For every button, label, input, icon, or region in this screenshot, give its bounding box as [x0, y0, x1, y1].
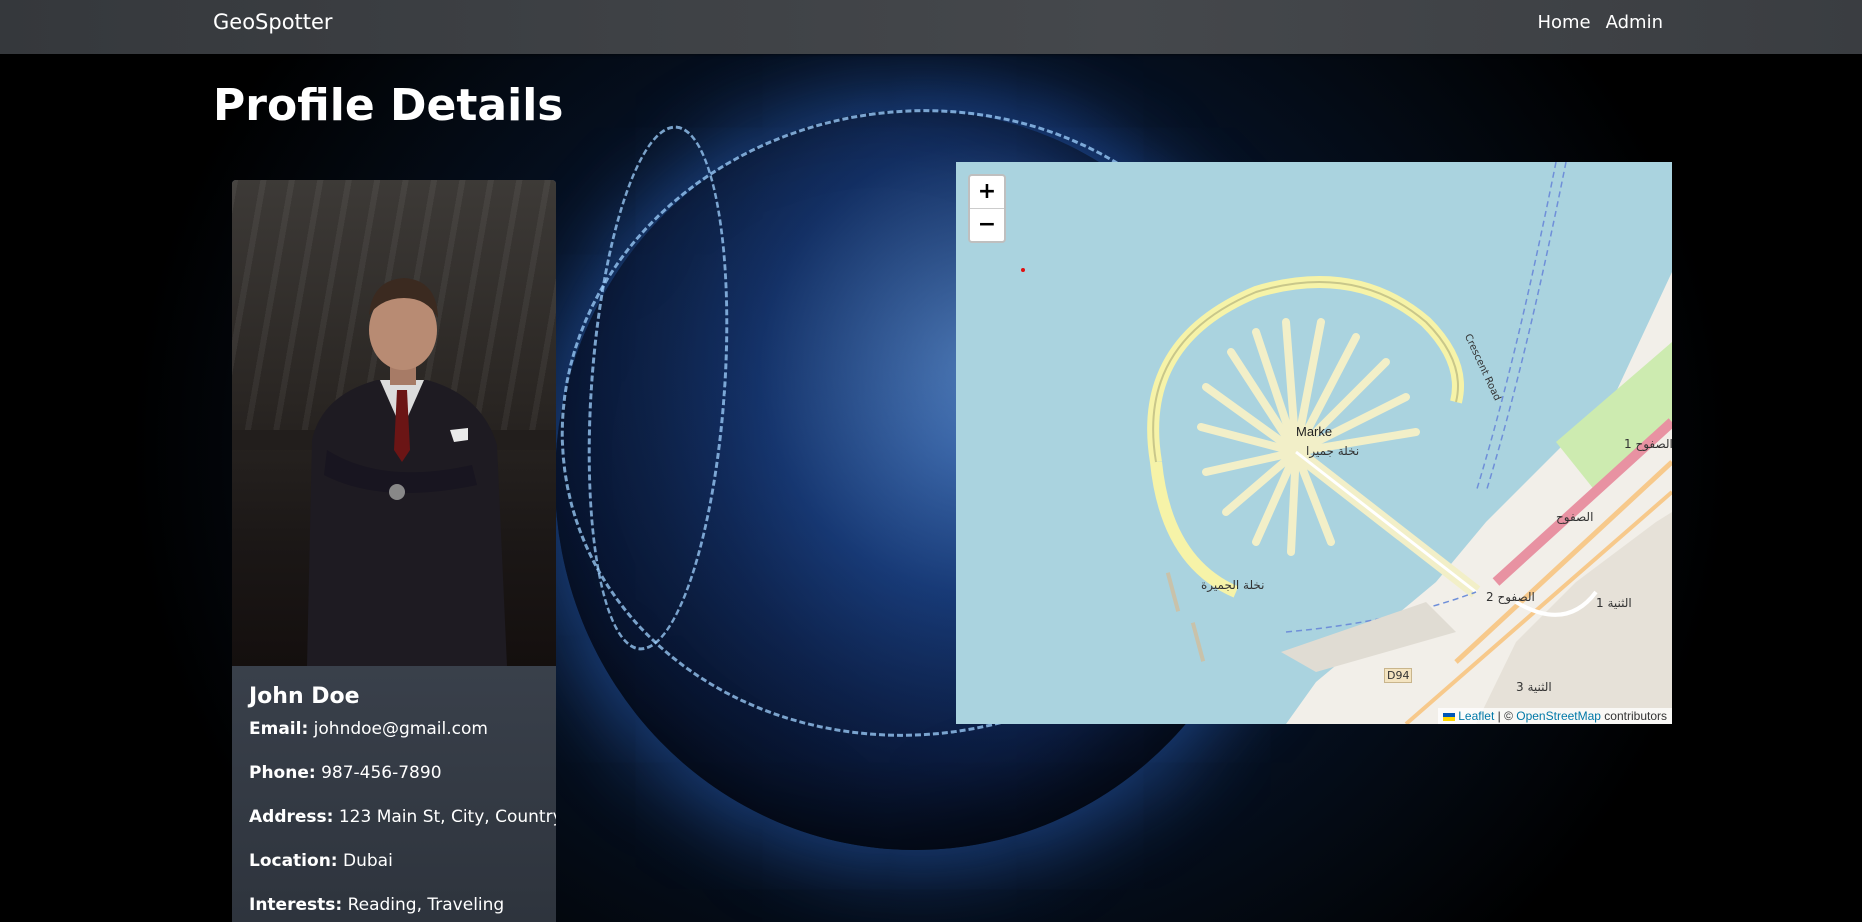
person-figure — [232, 278, 556, 666]
address-value: 123 Main St, City, Country — [338, 807, 556, 827]
background-edge-right — [1777, 0, 1862, 922]
interests-label: Interests: — [249, 895, 343, 915]
map-marker-broken-image[interactable]: Marke — [1296, 424, 1332, 439]
leaflet-link[interactable]: Leaflet — [1458, 709, 1494, 723]
page-title: Profile Details — [213, 80, 564, 131]
email-value: johndoe@gmail.com — [313, 719, 488, 739]
map-label-palm-center: نخلة جميرا — [1306, 444, 1360, 458]
map-container[interactable]: Marke نخلة جميرا نخلة الجميرة الصفوح 1 ا… — [956, 162, 1672, 724]
zoom-in-button[interactable]: + — [970, 176, 1004, 208]
openstreetmap-link[interactable]: OpenStreetMap — [1516, 709, 1601, 723]
attribution-separator: | © — [1494, 709, 1517, 723]
location-row: Location: Dubai — [249, 851, 539, 871]
phone-row: Phone: 987-456-7890 — [249, 763, 539, 783]
map-label-sufouh-2: الصفوح 2 — [1486, 590, 1535, 604]
nav-links: Home Admin — [1537, 12, 1663, 33]
map-point-marker — [1021, 268, 1025, 272]
map-label-thanyah-3: الثنية 3 — [1516, 680, 1552, 694]
map-label-d94: D94 — [1384, 668, 1413, 683]
map-attribution: Leaflet | © OpenStreetMap contributors — [1438, 708, 1672, 724]
address-row: Address: 123 Main St, City, Country — [249, 807, 556, 827]
email-row: Email: johndoe@gmail.com — [249, 719, 539, 739]
profile-photo — [232, 180, 556, 666]
interests-value: Reading, Traveling — [347, 895, 505, 915]
location-label: Location: — [249, 851, 338, 871]
location-value: Dubai — [343, 851, 393, 871]
phone-label: Phone: — [249, 763, 316, 783]
zoom-out-button[interactable]: − — [970, 208, 1004, 241]
profile-card: John Doe Email: johndoe@gmail.com Phone:… — [232, 180, 556, 922]
map-label-sufouh: الصفوح — [1556, 510, 1594, 524]
background-edge-left — [0, 0, 128, 922]
phone-value: 987-456-7890 — [321, 763, 442, 783]
map-tiles — [1147, 162, 1672, 724]
ukraine-flag-icon — [1443, 712, 1456, 721]
map-label-sufouh-1: الصفوح 1 — [1624, 437, 1672, 451]
profile-details: John Doe Email: johndoe@gmail.com Phone:… — [232, 666, 556, 922]
navbar: GeoSpotter Home Admin — [0, 0, 1862, 54]
brand-link[interactable]: GeoSpotter — [213, 10, 333, 34]
nav-admin-link[interactable]: Admin — [1606, 12, 1663, 33]
address-label: Address: — [249, 807, 334, 827]
map-label-palm-bottom: نخلة الجميرة — [1201, 578, 1265, 592]
email-label: Email: — [249, 719, 309, 739]
map-zoom-control: + − — [968, 174, 1006, 243]
interests-row: Interests: Reading, Traveling — [249, 895, 539, 915]
profile-name: John Doe — [249, 684, 360, 709]
attribution-suffix: contributors — [1600, 709, 1667, 723]
nav-home-link[interactable]: Home — [1537, 12, 1590, 33]
map-label-thanyah-1: الثنية 1 — [1596, 596, 1632, 610]
